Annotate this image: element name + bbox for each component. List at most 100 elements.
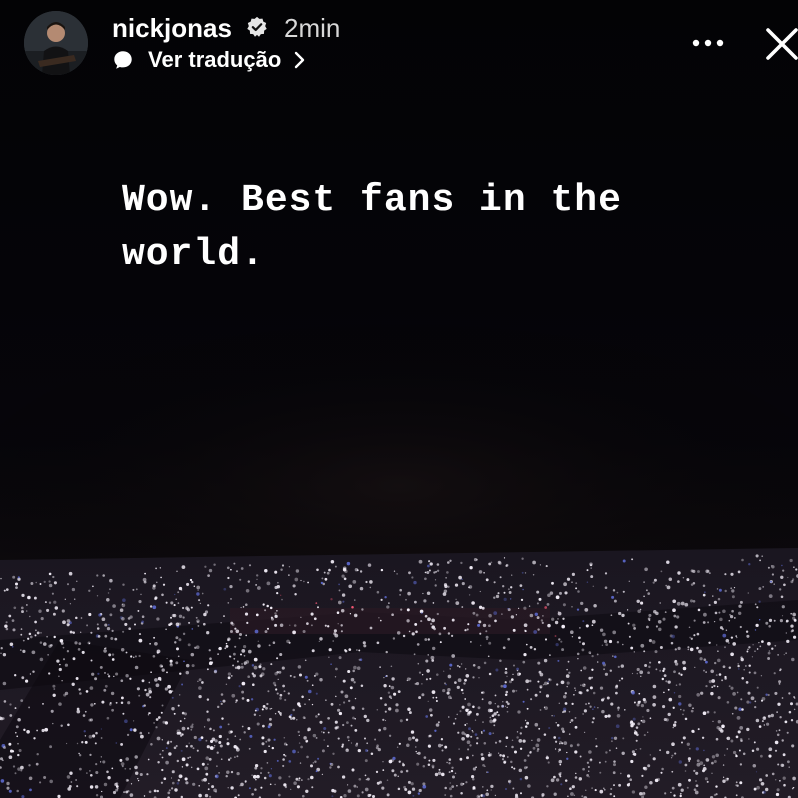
phone-light bbox=[245, 603, 248, 606]
phone-light bbox=[335, 667, 338, 671]
phone-light bbox=[166, 657, 168, 660]
phone-light bbox=[427, 654, 429, 656]
avatar[interactable] bbox=[24, 11, 88, 75]
phone-light bbox=[717, 720, 721, 724]
phone-light bbox=[522, 588, 524, 591]
phone-light bbox=[643, 700, 647, 704]
phone-light bbox=[187, 643, 191, 647]
phone-light bbox=[438, 632, 442, 636]
phone-light bbox=[241, 682, 245, 685]
phone-light bbox=[767, 566, 770, 569]
phone-light bbox=[475, 712, 479, 716]
phone-light bbox=[554, 740, 558, 743]
phone-light bbox=[262, 704, 266, 708]
phone-light bbox=[125, 757, 129, 761]
phone-light bbox=[241, 697, 245, 700]
phone-light bbox=[661, 767, 664, 771]
phone-light bbox=[241, 649, 246, 653]
phone-light bbox=[782, 569, 785, 572]
phone-light bbox=[710, 691, 714, 696]
phone-light bbox=[290, 788, 292, 791]
phone-light bbox=[266, 604, 269, 608]
phone-light bbox=[171, 770, 175, 774]
phone-light bbox=[361, 791, 364, 794]
phone-light bbox=[282, 764, 285, 768]
phone-light bbox=[725, 777, 729, 782]
phone-light bbox=[761, 555, 764, 558]
phone-light bbox=[795, 568, 798, 571]
phone-light bbox=[676, 615, 680, 619]
phone-light bbox=[468, 586, 470, 589]
phone-light bbox=[736, 691, 739, 694]
username[interactable]: nickjonas bbox=[112, 10, 232, 46]
phone-light bbox=[43, 642, 47, 646]
phone-light bbox=[112, 790, 117, 795]
phone-light bbox=[159, 753, 162, 756]
phone-light bbox=[708, 604, 711, 607]
phone-light bbox=[250, 698, 254, 701]
phone-light bbox=[266, 702, 269, 706]
phone-light bbox=[168, 689, 173, 694]
phone-light bbox=[756, 785, 760, 790]
phone-light bbox=[771, 573, 775, 576]
phone-light bbox=[431, 618, 435, 623]
phone-light bbox=[298, 777, 301, 780]
phone-light bbox=[615, 684, 619, 688]
close-icon[interactable] bbox=[760, 22, 798, 66]
phone-light bbox=[791, 744, 795, 748]
phone-light bbox=[407, 780, 411, 784]
phone-light bbox=[111, 708, 114, 712]
phone-light bbox=[631, 790, 636, 794]
phone-light bbox=[195, 645, 200, 649]
phone-light bbox=[511, 766, 514, 769]
translate-button[interactable]: Ver tradução bbox=[112, 44, 307, 76]
story-viewer[interactable]: nickjonas 2min Ver tradução Wow. Best fa… bbox=[0, 0, 798, 798]
phone-light bbox=[728, 666, 732, 669]
phone-light bbox=[529, 613, 534, 618]
phone-light bbox=[59, 663, 61, 666]
phone-light bbox=[692, 707, 694, 710]
phone-light bbox=[140, 734, 144, 739]
phone-light bbox=[584, 608, 589, 612]
phone-light bbox=[290, 713, 293, 717]
phone-light bbox=[356, 649, 358, 651]
phone-light bbox=[613, 763, 616, 767]
phone-light bbox=[672, 608, 676, 613]
phone-light bbox=[636, 667, 640, 672]
phone-light bbox=[447, 632, 451, 635]
phone-light bbox=[435, 723, 440, 727]
phone-light bbox=[119, 758, 123, 762]
phone-light bbox=[661, 677, 665, 681]
phone-light bbox=[288, 641, 291, 644]
phone-light bbox=[482, 721, 484, 723]
phone-light bbox=[779, 669, 781, 672]
phone-light bbox=[28, 706, 31, 709]
phone-light bbox=[295, 569, 300, 573]
phone-light bbox=[220, 702, 223, 706]
phone-light bbox=[178, 638, 182, 642]
phone-light bbox=[326, 745, 329, 748]
phone-light bbox=[345, 748, 349, 753]
phone-light bbox=[252, 774, 257, 779]
phone-light bbox=[366, 777, 370, 781]
phone-light bbox=[767, 714, 771, 718]
phone-light bbox=[219, 725, 223, 729]
phone-light bbox=[39, 781, 42, 784]
phone-light bbox=[505, 564, 508, 568]
phone-light bbox=[502, 646, 506, 650]
phone-light bbox=[69, 603, 72, 605]
phone-light bbox=[500, 684, 504, 688]
phone-light bbox=[62, 620, 66, 625]
phone-light bbox=[227, 602, 230, 604]
phone-light bbox=[418, 671, 422, 674]
phone-light bbox=[561, 727, 565, 731]
phone-light bbox=[560, 640, 563, 643]
phone-light bbox=[133, 728, 137, 732]
more-options-icon[interactable] bbox=[686, 28, 730, 58]
phone-light bbox=[427, 564, 430, 568]
phone-light bbox=[547, 680, 549, 683]
phone-light bbox=[101, 700, 105, 704]
phone-light bbox=[564, 779, 568, 782]
phone-light bbox=[553, 792, 557, 796]
phone-light bbox=[613, 736, 618, 740]
